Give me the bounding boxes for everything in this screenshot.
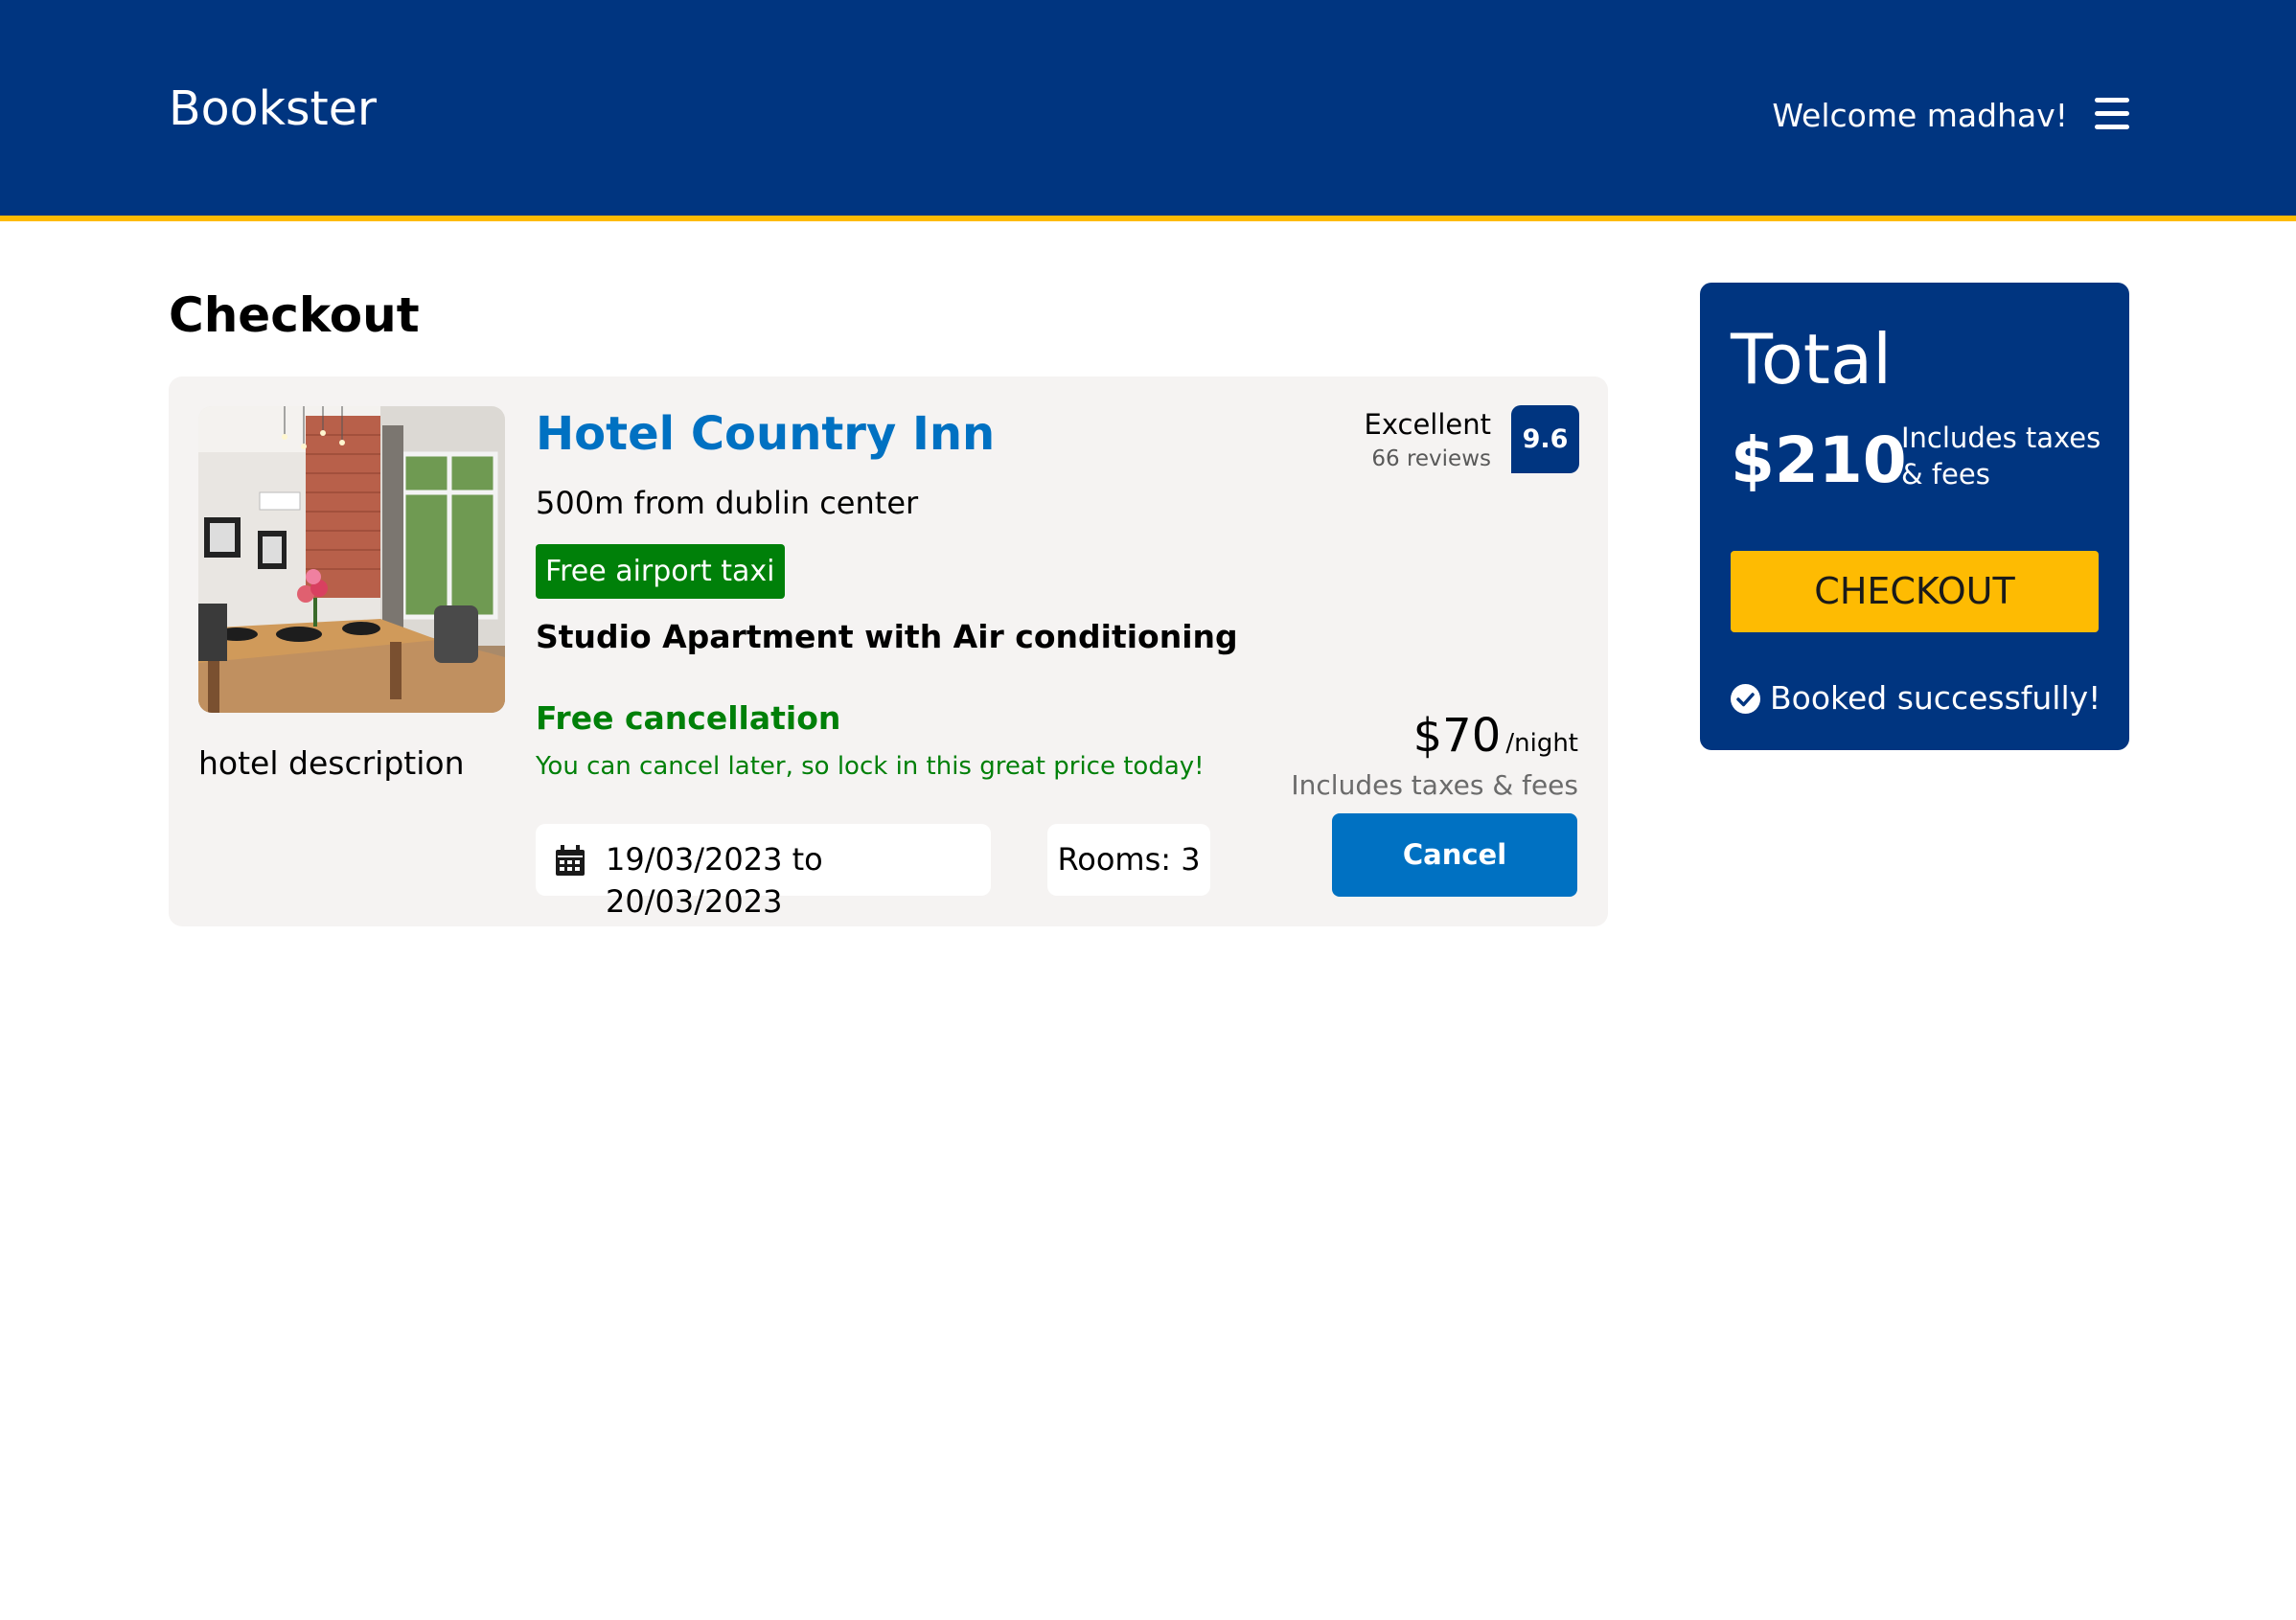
welcome-text: Welcome madhav! — [1772, 97, 2068, 134]
hotel-name-link[interactable]: Hotel Country Inn — [536, 405, 995, 463]
page-title: Checkout — [169, 287, 420, 343]
hamburger-menu-icon[interactable] — [2095, 98, 2129, 130]
rooms-text: Rooms: 3 — [1057, 841, 1201, 878]
date-range-field[interactable]: 19/03/2023 to 20/03/2023 — [536, 824, 991, 920]
brand-logo[interactable]: Bookster — [169, 79, 377, 140]
calendar-icon — [556, 845, 585, 876]
review-count: 66 reviews — [1371, 446, 1491, 471]
price-amount: $70 — [1412, 709, 1502, 763]
rooms-field[interactable]: Rooms: 3 — [1047, 824, 1210, 896]
review-score-badge: 9.6 — [1511, 405, 1579, 473]
total-amount: $210 — [1731, 423, 1907, 497]
cancel-button[interactable]: Cancel — [1332, 813, 1577, 897]
price-per-night: $70 /night — [1413, 707, 1578, 764]
checkout-button[interactable]: CHECKOUT — [1731, 551, 2099, 632]
check-circle-icon — [1731, 684, 1760, 714]
total-summary-panel: Total $210 Includes taxes & fees CHECKOU… — [1700, 283, 2129, 750]
hotel-image-caption: hotel description — [198, 744, 465, 782]
free-cancellation-title: Free cancellation — [536, 699, 841, 737]
booking-status-text: Booked successfully! — [1770, 679, 2101, 717]
total-taxes-note: Includes taxes & fees — [1901, 422, 2101, 491]
price-unit: /night — [1505, 729, 1578, 758]
hotel-distance: 500m from dublin center — [536, 485, 919, 521]
total-title: Total — [1731, 319, 1893, 399]
hotel-room-photo — [198, 406, 505, 713]
free-taxi-badge: Free airport taxi — [536, 544, 785, 599]
rating-word: Excellent — [1364, 408, 1491, 441]
price-taxes-note: Includes taxes & fees — [1291, 769, 1578, 801]
cancellation-note: You can cancel later, so lock in this gr… — [536, 752, 1205, 781]
room-type: Studio Apartment with Air conditioning — [536, 618, 1238, 655]
date-range-text: 19/03/2023 to 20/03/2023 — [606, 841, 823, 920]
booking-card: hotel description Hotel Country Inn 500m… — [169, 376, 1608, 926]
top-header: Bookster Welcome madhav! — [0, 0, 2296, 221]
